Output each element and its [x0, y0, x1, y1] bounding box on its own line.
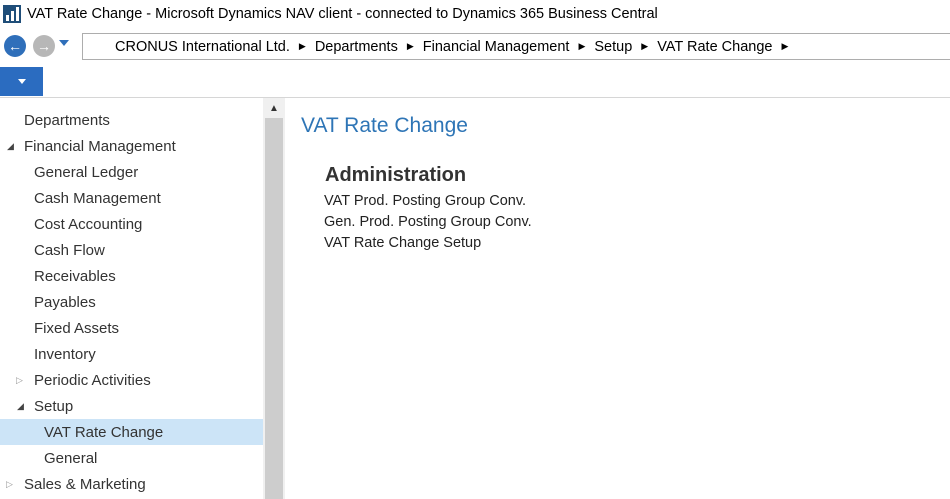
- breadcrumb-item-departments[interactable]: Departments: [315, 39, 398, 55]
- sidebar-item-financial-management[interactable]: ◢ Financial Management: [0, 133, 263, 159]
- content-area: VAT Rate Change Administration VAT Prod.…: [285, 98, 950, 499]
- breadcrumb-separator-icon[interactable]: ▶: [299, 41, 306, 52]
- sidebar-item-payables[interactable]: Payables: [0, 289, 263, 315]
- scrollbar-thumb[interactable]: [265, 118, 283, 499]
- sidebar-item-label: Financial Management: [24, 137, 176, 155]
- sidebar-item-label: Payables: [34, 293, 96, 311]
- sidebar-item-label: General: [44, 449, 98, 467]
- sidebar-item-label: Inventory: [34, 345, 96, 363]
- sidebar-item-label: Cash Flow: [34, 241, 105, 259]
- sidebar-item-periodic-activities[interactable]: ▷ Periodic Activities: [0, 367, 263, 393]
- section-heading-administration: Administration: [325, 164, 467, 186]
- sidebar-item-departments[interactable]: Departments: [0, 107, 263, 133]
- sidebar-item-cost-accounting[interactable]: Cost Accounting: [0, 211, 263, 237]
- window-title-bar: VAT Rate Change - Microsoft Dynamics NAV…: [0, 0, 950, 27]
- sidebar-item-cash-management[interactable]: Cash Management: [0, 185, 263, 211]
- ribbon-menu-button[interactable]: [0, 67, 43, 96]
- breadcrumb-separator-icon[interactable]: ▶: [641, 41, 648, 52]
- history-dropdown-icon[interactable]: [59, 40, 69, 46]
- sidebar-item-label: General Ledger: [34, 163, 139, 181]
- collapsed-triangle-icon[interactable]: ▷: [16, 375, 23, 386]
- breadcrumb: CRONUS International Ltd. ▶ Departments …: [82, 33, 950, 60]
- sidebar-item-label: VAT Rate Change: [44, 423, 164, 441]
- expanded-triangle-icon[interactable]: ◢: [7, 141, 14, 152]
- sidebar-item-label: Cost Accounting: [34, 215, 143, 233]
- sidebar-item-vat-rate-change[interactable]: VAT Rate Change: [0, 419, 263, 445]
- sidebar-scrollbar[interactable]: ▲: [263, 98, 285, 499]
- page-title: VAT Rate Change: [301, 114, 468, 137]
- dynamics-app-icon: [3, 4, 21, 23]
- sidebar-item-label: Departments: [24, 111, 110, 129]
- window-title: VAT Rate Change - Microsoft Dynamics NAV…: [27, 5, 658, 22]
- sidebar-item-label: Receivables: [34, 267, 116, 285]
- link-vat-rate-change-setup[interactable]: VAT Rate Change Setup: [324, 235, 481, 251]
- arrow-left-icon: ←: [8, 38, 22, 54]
- breadcrumb-item-financial-management[interactable]: Financial Management: [423, 39, 570, 55]
- sidebar-item-sales-marketing[interactable]: ▷ Sales & Marketing: [0, 471, 263, 497]
- link-gen-prod-posting-group-conv[interactable]: Gen. Prod. Posting Group Conv.: [324, 214, 532, 230]
- navigation-pane: Departments ◢ Financial Management Gener…: [0, 98, 263, 499]
- sidebar-item-label: Fixed Assets: [34, 319, 120, 337]
- breadcrumb-separator-icon[interactable]: ▶: [781, 41, 788, 52]
- sidebar-item-label: Setup: [34, 397, 74, 415]
- chevron-up-icon: ▲: [269, 102, 279, 114]
- breadcrumb-item-company[interactable]: CRONUS International Ltd.: [115, 39, 290, 55]
- breadcrumb-item-vat-rate-change[interactable]: VAT Rate Change: [657, 39, 772, 55]
- link-vat-prod-posting-group-conv[interactable]: VAT Prod. Posting Group Conv.: [324, 193, 526, 209]
- sidebar-item-label: Sales & Marketing: [24, 475, 146, 493]
- sidebar-item-label: Periodic Activities: [34, 371, 151, 389]
- breadcrumb-separator-icon[interactable]: ▶: [578, 41, 585, 52]
- collapsed-triangle-icon[interactable]: ▷: [6, 479, 13, 490]
- breadcrumb-separator-icon[interactable]: ▶: [407, 41, 414, 52]
- scroll-up-button[interactable]: ▲: [263, 98, 285, 118]
- sidebar-item-cash-flow[interactable]: Cash Flow: [0, 237, 263, 263]
- navigation-bar: ← → CRONUS International Ltd. ▶ Departme…: [0, 31, 950, 61]
- arrow-right-icon: →: [37, 38, 51, 54]
- breadcrumb-item-setup[interactable]: Setup: [594, 39, 632, 55]
- sidebar-item-general-ledger[interactable]: General Ledger: [0, 159, 263, 185]
- forward-button[interactable]: →: [33, 35, 55, 57]
- chevron-down-icon: [17, 79, 26, 84]
- sidebar-item-general[interactable]: General: [0, 445, 263, 471]
- sidebar-item-inventory[interactable]: Inventory: [0, 341, 263, 367]
- sidebar-item-receivables[interactable]: Receivables: [0, 263, 263, 289]
- sidebar-item-setup[interactable]: ◢ Setup: [0, 393, 263, 419]
- back-button[interactable]: ←: [4, 35, 26, 57]
- expanded-triangle-icon[interactable]: ◢: [17, 401, 24, 412]
- sidebar-item-fixed-assets[interactable]: Fixed Assets: [0, 315, 263, 341]
- sidebar-item-label: Cash Management: [34, 189, 161, 207]
